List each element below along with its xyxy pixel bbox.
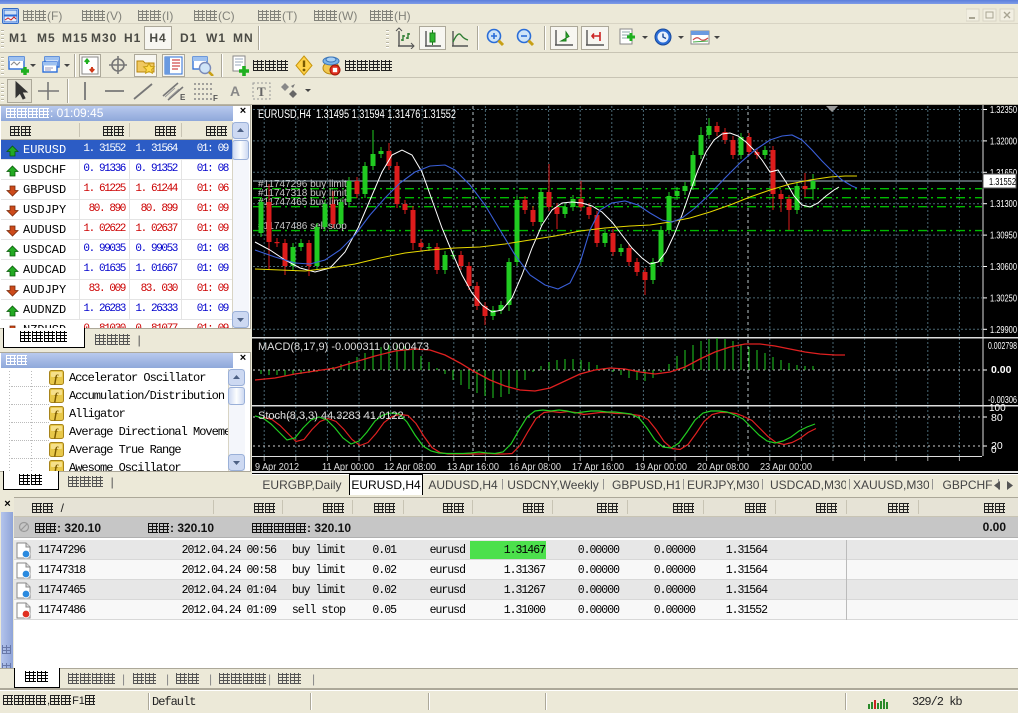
svg-text:1.29900: 1.29900 — [990, 324, 1017, 336]
svg-text:1.31552: 1.31552 — [989, 176, 1016, 188]
svg-text:EURUSD,H4 1.31495 1.31594 1.3: EURUSD,H4 1.31495 1.31594 1.31476 1.3155… — [258, 109, 456, 121]
svg-text:80: 80 — [991, 412, 1003, 424]
svg-text:13 Apr 16:00: 13 Apr 16:00 — [447, 462, 499, 473]
svg-text:1.32000: 1.32000 — [990, 135, 1017, 147]
svg-text:9 Apr 2012: 9 Apr 2012 — [255, 462, 299, 473]
svg-text:1.31300: 1.31300 — [990, 198, 1017, 210]
svg-text:16 Apr 08:00: 16 Apr 08:00 — [509, 462, 561, 473]
svg-text:1.32350: 1.32350 — [990, 105, 1017, 116]
svg-text:17 Apr 16:00: 17 Apr 16:00 — [572, 462, 624, 473]
svg-text:20 Apr 08:00: 20 Apr 08:00 — [697, 462, 749, 473]
svg-text:1.30950: 1.30950 — [990, 230, 1017, 242]
svg-text:MACD(8,17,9) -0.000311 0.00047: MACD(8,17,9) -0.000311 0.000473 — [258, 341, 429, 353]
svg-text:1.30600: 1.30600 — [990, 261, 1017, 273]
svg-text:11 Apr 00:00: 11 Apr 00:00 — [322, 462, 374, 473]
svg-text:12 Apr 08:00: 12 Apr 08:00 — [384, 462, 436, 473]
svg-text:0: 0 — [991, 445, 997, 456]
svg-text:T: T — [257, 84, 266, 99]
svg-text:E: E — [180, 93, 186, 102]
svg-text:0.00: 0.00 — [991, 364, 1012, 376]
svg-text:19 Apr 00:00: 19 Apr 00:00 — [635, 462, 687, 473]
svg-text:23 Apr 00:00: 23 Apr 00:00 — [760, 462, 812, 473]
svg-text:Stoch(8,3,3) 44.3283 41.0122: Stoch(8,3,3) 44.3283 41.0122 — [258, 410, 404, 422]
svg-text:F: F — [213, 94, 218, 102]
svg-text:1.30250: 1.30250 — [990, 292, 1017, 304]
svg-text:0.002798: 0.002798 — [988, 341, 1017, 352]
